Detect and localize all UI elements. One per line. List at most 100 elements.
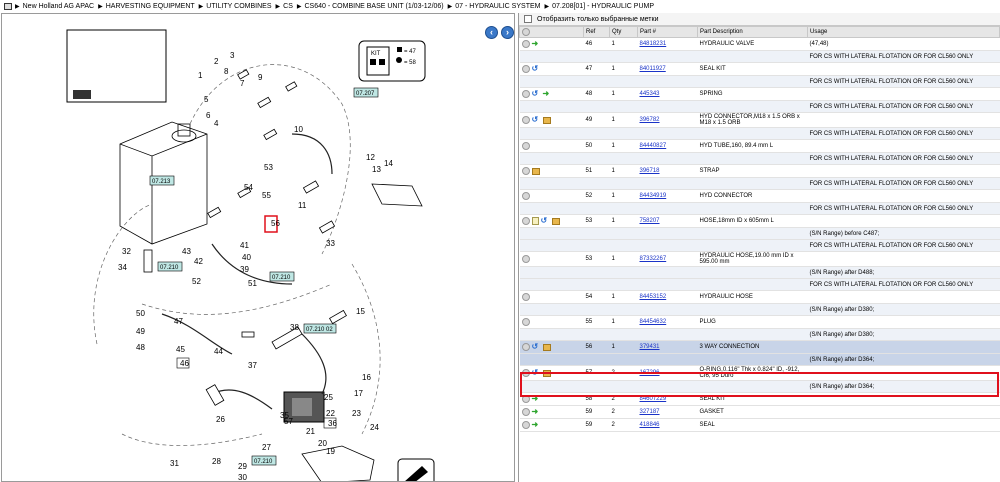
callout-51[interactable]: 51 xyxy=(248,279,257,288)
part-number-link[interactable]: 84440827 xyxy=(640,143,667,149)
callout-55[interactable]: 55 xyxy=(262,191,271,200)
part-number-link[interactable]: 84011927 xyxy=(640,66,666,72)
part-number-link[interactable]: 84453152 xyxy=(640,294,667,300)
expand-icon[interactable] xyxy=(521,167,530,175)
part-number-link[interactable]: 84434919 xyxy=(640,193,667,199)
callout-14[interactable]: 14 xyxy=(384,159,393,168)
ref-tag[interactable]: 07.210 xyxy=(269,271,295,282)
accessory-arrow-icon[interactable]: ➜ xyxy=(532,40,541,48)
package-icon[interactable] xyxy=(542,116,551,124)
accessory-arrow-icon[interactable]: ➜ xyxy=(532,408,541,416)
callout-28[interactable]: 28 xyxy=(212,457,221,466)
callout-7[interactable]: 7 xyxy=(240,79,245,88)
part-number-link[interactable]: 396718 xyxy=(640,168,660,174)
usage-note-row[interactable]: (S/N Range) after D380; xyxy=(519,303,1000,316)
part-number-link[interactable]: 379431 xyxy=(640,344,660,350)
package-icon[interactable] xyxy=(531,167,540,175)
table-row[interactable]: 53 1 87332267 HYDRAULIC HOSE,19.00 mm ID x … xyxy=(519,251,1000,267)
callout-22[interactable]: 22 xyxy=(326,409,335,418)
breadcrumb-item[interactable]: ▶ CS xyxy=(276,3,293,10)
callout-6[interactable]: 6 xyxy=(206,111,211,120)
callout-53[interactable]: 53 xyxy=(264,163,273,172)
callout-41[interactable]: 41 xyxy=(240,241,249,250)
table-row[interactable]: ↺ 47 1 84011927 SEAL KIT xyxy=(519,62,1000,76)
kit-link-icon[interactable]: ↺ xyxy=(541,217,550,225)
table-row[interactable]: 55 1 84454632 PLUG xyxy=(519,315,1000,329)
callout-39[interactable]: 39 xyxy=(240,265,249,274)
callout-32[interactable]: 32 xyxy=(122,247,131,256)
callout-16[interactable]: 16 xyxy=(362,373,371,382)
table-row[interactable]: ↺ 49 1 396782 HYD CONNECTOR,M18 x 1.5 ORB x … xyxy=(519,112,1000,128)
callout-8[interactable]: 8 xyxy=(224,67,229,76)
callout-5[interactable]: 5 xyxy=(204,95,209,104)
usage-note-row[interactable]: (S/N Range) before C487; xyxy=(519,227,1000,240)
callout-45[interactable]: 45 xyxy=(176,345,185,354)
callout-57[interactable]: 57 xyxy=(284,417,293,426)
part-number-link[interactable]: 84818231 xyxy=(640,41,667,47)
header-description[interactable]: Part Description xyxy=(697,26,808,38)
callout-12[interactable]: 12 xyxy=(366,153,375,162)
expand-icon[interactable] xyxy=(521,40,530,48)
usage-note-row[interactable]: FOR CS WITH LATERAL FLOTATION OR FOR CL5… xyxy=(519,100,1000,113)
callout-52[interactable]: 52 xyxy=(192,277,201,286)
part-number-link[interactable]: 758207 xyxy=(640,218,660,224)
callout-21[interactable]: 21 xyxy=(306,427,315,436)
usage-note-row[interactable]: FOR CS WITH LATERAL FLOTATION OR FOR CL5… xyxy=(519,239,1000,252)
expand-icon[interactable] xyxy=(521,116,530,124)
return-icon[interactable] xyxy=(397,458,435,482)
kit-link-icon[interactable]: ↺ xyxy=(532,343,541,351)
callout-42[interactable]: 42 xyxy=(194,257,203,266)
table-row[interactable]: ↺ 53 1 758207 HOSE,18mm ID x 605mm L xyxy=(519,214,1000,228)
callout-24[interactable]: 24 xyxy=(370,423,379,432)
expand-icon[interactable] xyxy=(521,293,530,301)
reference-tags[interactable]: 07.207 07.213 07.210 07.210 07.210 02 07.210 xyxy=(149,87,379,466)
next-page-button[interactable]: › xyxy=(501,26,514,39)
usage-note-row[interactable]: FOR CS WITH LATERAL FLOTATION OR FOR CL5… xyxy=(519,75,1000,88)
callout-4[interactable]: 4 xyxy=(214,119,219,128)
usage-note-row[interactable]: FOR CS WITH LATERAL FLOTATION OR FOR CL5… xyxy=(519,50,1000,63)
kit-link-icon[interactable]: ↺ xyxy=(532,90,541,98)
part-number-link[interactable]: 327187 xyxy=(640,409,660,415)
callout-23[interactable]: 23 xyxy=(352,409,361,418)
callout-26[interactable]: 26 xyxy=(216,415,225,424)
part-number-link[interactable]: 167296 xyxy=(640,370,660,376)
part-number-link[interactable]: 84454632 xyxy=(640,319,667,325)
breadcrumb-item[interactable]: ▶ CS640 - COMBINE BASE UNIT (1/03-12/06) xyxy=(297,3,444,10)
callout-10[interactable]: 10 xyxy=(294,125,303,134)
expand-icon[interactable] xyxy=(521,90,530,98)
breadcrumb-item[interactable]: ▶ 07.208[01] - HYDRAULIC PUMP xyxy=(544,3,654,10)
callout-25[interactable]: 25 xyxy=(324,393,333,402)
callout-37[interactable]: 37 xyxy=(248,361,257,370)
part-number-link[interactable]: 418846 xyxy=(640,422,660,428)
expand-icon[interactable] xyxy=(521,421,530,429)
ref-tag[interactable]: 07.213 xyxy=(149,175,175,186)
callout-11[interactable]: 11 xyxy=(298,201,307,210)
accessory-arrow-icon[interactable]: ➜ xyxy=(532,421,541,429)
callout-30[interactable]: 30 xyxy=(238,473,247,482)
part-number-link[interactable]: 84607229 xyxy=(640,396,667,402)
previous-page-button[interactable]: ‹ xyxy=(485,26,498,39)
callout-54[interactable]: 54 xyxy=(244,183,253,192)
callout-46[interactable]: 46 xyxy=(180,359,189,368)
callout-34[interactable]: 34 xyxy=(118,263,127,272)
ref-tag[interactable]: 07.210 02 xyxy=(303,323,337,334)
part-number-link[interactable]: 87332267 xyxy=(640,256,667,262)
breadcrumb-item[interactable]: ▶ New Holland AG APAC xyxy=(15,3,94,10)
header-usage[interactable]: Usage xyxy=(807,26,1000,38)
expand-icon[interactable] xyxy=(521,65,530,73)
expand-icon[interactable] xyxy=(521,395,530,403)
package-icon[interactable] xyxy=(542,343,551,351)
table-row[interactable]: ➜ 46 1 84818231 HYDRAULIC VALVE (47,48) xyxy=(519,37,1000,51)
callout-50[interactable]: 50 xyxy=(136,309,145,318)
callout-43[interactable]: 43 xyxy=(182,247,191,256)
show-selected-only-checkbox[interactable] xyxy=(524,15,532,23)
expand-icon[interactable] xyxy=(521,142,530,150)
exploded-diagram-panel[interactable]: ‹ › KIT = 47 = 58 07.207 07.213 07.210 0… xyxy=(1,13,515,482)
table-row[interactable]: ↺ 56 1 379431 3 WAY CONNECTION xyxy=(519,340,1000,354)
table-row[interactable]: ➜ 59 2 418846 SEAL xyxy=(519,418,1000,432)
usage-note-row[interactable]: FOR CS WITH LATERAL FLOTATION OR FOR CL5… xyxy=(519,127,1000,140)
usage-note-row[interactable]: FOR CS WITH LATERAL FLOTATION OR FOR CL5… xyxy=(519,202,1000,215)
usage-note-row[interactable]: (S/N Range) after D364; xyxy=(519,380,1000,393)
expand-icon[interactable] xyxy=(521,369,530,377)
kit-link-icon[interactable]: ↺ xyxy=(532,65,541,73)
